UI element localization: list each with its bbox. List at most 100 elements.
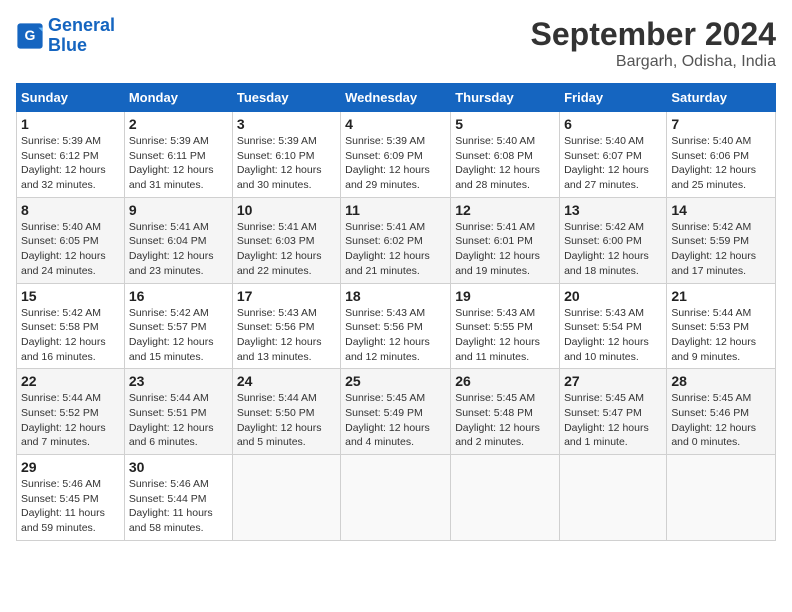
calendar-day-cell: 14 Sunrise: 5:42 AM Sunset: 5:59 PM Dayli… — [667, 197, 776, 283]
calendar-day-cell: 23Sunrise: 5:44 AM Sunset: 5:51 PM Dayli… — [124, 369, 232, 455]
calendar-week-row: 22Sunrise: 5:44 AM Sunset: 5:52 PM Dayli… — [17, 369, 776, 455]
calendar-day-cell: 7 Sunrise: 5:40 AM Sunset: 6:06 PM Daylig… — [667, 112, 776, 198]
day-number: 10 — [237, 202, 336, 218]
day-number: 12 — [455, 202, 555, 218]
logo-text: General Blue — [48, 16, 115, 56]
day-number: 3 — [237, 116, 336, 132]
calendar-day-cell: 8Sunrise: 5:40 AM Sunset: 6:05 PM Daylig… — [17, 197, 125, 283]
day-number: 7 — [671, 116, 771, 132]
calendar-day-cell: 3 Sunrise: 5:39 AM Sunset: 6:10 PM Daylig… — [232, 112, 340, 198]
calendar-day-cell: 16Sunrise: 5:42 AM Sunset: 5:57 PM Dayli… — [124, 283, 232, 369]
logo-line2: Blue — [48, 35, 87, 55]
empty-day-cell — [560, 455, 667, 541]
day-number: 27 — [564, 373, 662, 389]
day-info: Sunrise: 5:40 AM Sunset: 6:06 PM Dayligh… — [671, 134, 771, 193]
calendar-day-cell: 28 Sunrise: 5:45 AM Sunset: 5:46 PM Dayli… — [667, 369, 776, 455]
day-info: Sunrise: 5:41 AM Sunset: 6:02 PM Dayligh… — [345, 220, 446, 279]
calendar-day-cell: 2 Sunrise: 5:39 AM Sunset: 6:11 PM Daylig… — [124, 112, 232, 198]
calendar-day-cell: 27 Sunrise: 5:45 AM Sunset: 5:47 PM Dayli… — [560, 369, 667, 455]
day-info: Sunrise: 5:39 AM Sunset: 6:10 PM Dayligh… — [237, 134, 336, 193]
calendar-day-cell: 18 Sunrise: 5:43 AM Sunset: 5:56 PM Dayli… — [341, 283, 451, 369]
day-info: Sunrise: 5:43 AM Sunset: 5:54 PM Dayligh… — [564, 306, 662, 365]
day-info: Sunrise: 5:41 AM Sunset: 6:01 PM Dayligh… — [455, 220, 555, 279]
day-info: Sunrise: 5:46 AM Sunset: 5:44 PM Dayligh… — [129, 477, 228, 536]
empty-day-cell — [667, 455, 776, 541]
calendar-week-row: 15Sunrise: 5:42 AM Sunset: 5:58 PM Dayli… — [17, 283, 776, 369]
day-info: Sunrise: 5:43 AM Sunset: 5:56 PM Dayligh… — [345, 306, 446, 365]
day-info: Sunrise: 5:44 AM Sunset: 5:50 PM Dayligh… — [237, 391, 336, 450]
calendar-day-cell: 11 Sunrise: 5:41 AM Sunset: 6:02 PM Dayli… — [341, 197, 451, 283]
calendar-day-cell: 6 Sunrise: 5:40 AM Sunset: 6:07 PM Daylig… — [560, 112, 667, 198]
calendar-day-cell: 5Sunrise: 5:40 AM Sunset: 6:08 PM Daylig… — [451, 112, 560, 198]
day-number: 25 — [345, 373, 446, 389]
day-number: 28 — [671, 373, 771, 389]
day-number: 8 — [21, 202, 120, 218]
header-row: SundayMondayTuesdayWednesdayThursdayFrid… — [17, 84, 776, 112]
calendar-day-cell: 13 Sunrise: 5:42 AM Sunset: 6:00 PM Dayli… — [560, 197, 667, 283]
calendar-day-cell: 17 Sunrise: 5:43 AM Sunset: 5:56 PM Dayli… — [232, 283, 340, 369]
day-info: Sunrise: 5:39 AM Sunset: 6:09 PM Dayligh… — [345, 134, 446, 193]
day-info: Sunrise: 5:44 AM Sunset: 5:53 PM Dayligh… — [671, 306, 771, 365]
day-number: 29 — [21, 459, 120, 475]
day-of-week-header: Tuesday — [232, 84, 340, 112]
day-number: 23 — [129, 373, 228, 389]
calendar-day-cell: 20 Sunrise: 5:43 AM Sunset: 5:54 PM Dayli… — [560, 283, 667, 369]
calendar-day-cell: 24 Sunrise: 5:44 AM Sunset: 5:50 PM Dayli… — [232, 369, 340, 455]
day-info: Sunrise: 5:39 AM Sunset: 6:12 PM Dayligh… — [21, 134, 120, 193]
day-info: Sunrise: 5:40 AM Sunset: 6:07 PM Dayligh… — [564, 134, 662, 193]
calendar-day-cell: 10Sunrise: 5:41 AM Sunset: 6:03 PM Dayli… — [232, 197, 340, 283]
day-info: Sunrise: 5:39 AM Sunset: 6:11 PM Dayligh… — [129, 134, 228, 193]
calendar-day-cell: 9 Sunrise: 5:41 AM Sunset: 6:04 PM Daylig… — [124, 197, 232, 283]
day-number: 20 — [564, 288, 662, 304]
calendar-day-cell: 21 Sunrise: 5:44 AM Sunset: 5:53 PM Dayli… — [667, 283, 776, 369]
day-number: 19 — [455, 288, 555, 304]
day-info: Sunrise: 5:45 AM Sunset: 5:47 PM Dayligh… — [564, 391, 662, 450]
day-of-week-header: Thursday — [451, 84, 560, 112]
logo: G General Blue — [16, 16, 115, 56]
day-of-week-header: Sunday — [17, 84, 125, 112]
day-info: Sunrise: 5:45 AM Sunset: 5:49 PM Dayligh… — [345, 391, 446, 450]
day-number: 14 — [671, 202, 771, 218]
day-info: Sunrise: 5:46 AM Sunset: 5:45 PM Dayligh… — [21, 477, 120, 536]
month-title: September 2024 — [531, 16, 776, 53]
day-info: Sunrise: 5:43 AM Sunset: 5:56 PM Dayligh… — [237, 306, 336, 365]
calendar-day-cell: 25 Sunrise: 5:45 AM Sunset: 5:49 PM Dayli… — [341, 369, 451, 455]
page-header: G General Blue September 2024 Bargarh, O… — [16, 16, 776, 71]
day-info: Sunrise: 5:42 AM Sunset: 5:58 PM Dayligh… — [21, 306, 120, 365]
calendar-week-row: 8Sunrise: 5:40 AM Sunset: 6:05 PM Daylig… — [17, 197, 776, 283]
logo-line1: General — [48, 15, 115, 35]
calendar-day-cell: 1 Sunrise: 5:39 AM Sunset: 6:12 PM Daylig… — [17, 112, 125, 198]
day-number: 18 — [345, 288, 446, 304]
day-number: 9 — [129, 202, 228, 218]
day-number: 22 — [21, 373, 120, 389]
calendar-day-cell: 29 Sunrise: 5:46 AM Sunset: 5:45 PM Dayli… — [17, 455, 125, 541]
calendar-day-cell: 30Sunrise: 5:46 AM Sunset: 5:44 PM Dayli… — [124, 455, 232, 541]
day-number: 1 — [21, 116, 120, 132]
day-info: Sunrise: 5:42 AM Sunset: 5:57 PM Dayligh… — [129, 306, 228, 365]
day-number: 26 — [455, 373, 555, 389]
day-info: Sunrise: 5:45 AM Sunset: 5:48 PM Dayligh… — [455, 391, 555, 450]
empty-day-cell — [232, 455, 340, 541]
calendar-day-cell: 15Sunrise: 5:42 AM Sunset: 5:58 PM Dayli… — [17, 283, 125, 369]
calendar-day-cell: 12 Sunrise: 5:41 AM Sunset: 6:01 PM Dayli… — [451, 197, 560, 283]
logo-icon: G — [16, 22, 44, 50]
day-number: 21 — [671, 288, 771, 304]
day-info: Sunrise: 5:45 AM Sunset: 5:46 PM Dayligh… — [671, 391, 771, 450]
day-number: 6 — [564, 116, 662, 132]
day-number: 11 — [345, 202, 446, 218]
day-number: 24 — [237, 373, 336, 389]
day-info: Sunrise: 5:42 AM Sunset: 6:00 PM Dayligh… — [564, 220, 662, 279]
calendar-week-row: 1 Sunrise: 5:39 AM Sunset: 6:12 PM Daylig… — [17, 112, 776, 198]
calendar-day-cell: 26 Sunrise: 5:45 AM Sunset: 5:48 PM Dayli… — [451, 369, 560, 455]
day-number: 13 — [564, 202, 662, 218]
day-number: 4 — [345, 116, 446, 132]
day-of-week-header: Saturday — [667, 84, 776, 112]
day-info: Sunrise: 5:41 AM Sunset: 6:04 PM Dayligh… — [129, 220, 228, 279]
title-block: September 2024 Bargarh, Odisha, India — [531, 16, 776, 71]
day-info: Sunrise: 5:42 AM Sunset: 5:59 PM Dayligh… — [671, 220, 771, 279]
calendar-day-cell: 19Sunrise: 5:43 AM Sunset: 5:55 PM Dayli… — [451, 283, 560, 369]
empty-day-cell — [451, 455, 560, 541]
day-number: 17 — [237, 288, 336, 304]
day-number: 2 — [129, 116, 228, 132]
empty-day-cell — [341, 455, 451, 541]
